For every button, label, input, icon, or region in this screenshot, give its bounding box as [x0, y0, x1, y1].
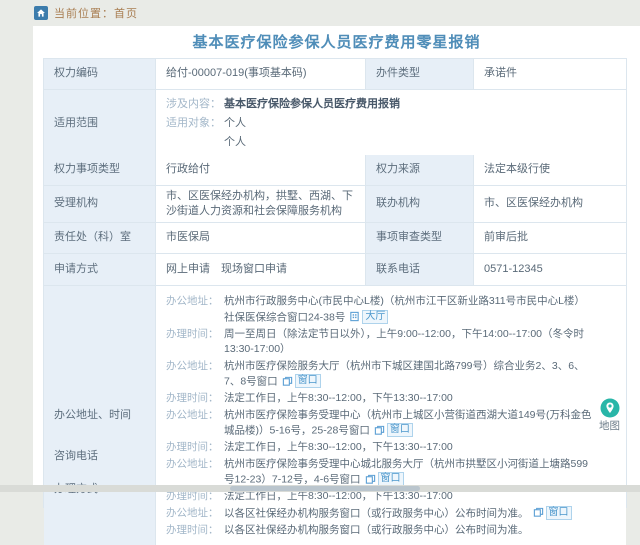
field-value-scope: 涉及内容： 基本医疗保险参保人员医疗费用报销 适用对象： 个人 个人 [156, 90, 626, 157]
breadcrumb: 当前位置：首页 [34, 5, 138, 21]
hall-link[interactable]: 大厅 [349, 310, 388, 324]
office-line: 办理时间： 法定工作日，上午8:30--12:00，下午13:30--17:00 [166, 440, 592, 456]
table-row: 办公地址、时间 办公地址： 杭州市行政服务中心(市民中心L楼)（杭州市江干区新业… [44, 286, 626, 441]
table-row: 权力编码 给付-00007-019(事项基本码) 办件类型 承诺件 [44, 59, 626, 90]
page-title: 基本医疗保险参保人员医疗费用零星报销 [33, 26, 640, 58]
field-value-contact-phone: 0571-12345 [474, 254, 626, 285]
office-time-label: 办理时间： [166, 523, 224, 539]
scope-content: 基本医疗保险参保人员医疗费用报销 [224, 96, 400, 113]
window-link[interactable]: 窗口 [282, 374, 321, 388]
office-line: 办理时间： 法定工作日，上午8:30--12:00，下午13:30--17:00 [166, 391, 592, 407]
field-value-accepting-org: 市、区医保经办机构，拱墅、西湖、下沙街道人力资源和社会保障服务机构 [156, 186, 366, 222]
office-line: 办公地址： 杭州市医疗保险事务受理中心城北服务大厅（杭州市拱墅区小河街道上塘路5… [166, 457, 592, 489]
table-row: 受理机构 市、区医保经办机构，拱墅、西湖、下沙街道人力资源和社会保障服务机构 联… [44, 186, 626, 223]
field-label-item-type: 办件类型 [366, 59, 474, 89]
table-row: 权力事项类型 行政给付 权力来源 法定本级行使 [44, 155, 626, 186]
field-label-joint-org: 联办机构 [366, 186, 474, 222]
field-label-accepting-org: 受理机构 [44, 186, 156, 222]
field-label-power-code: 权力编码 [44, 59, 156, 89]
field-value-review-type: 前审后批 [474, 223, 626, 253]
field-label-scope: 适用范围 [44, 90, 156, 157]
field-label-contact-phone: 联系电话 [366, 254, 474, 285]
office-line: 办公地址： 杭州市医疗保险事务受理中心（杭州市上城区小营街道西湖大道149号(万… [166, 408, 592, 440]
breadcrumb-link[interactable]: 当前位置：首页 [54, 5, 138, 21]
office-line: 办理时间： 周一至周日（除法定节日以外），上午9:00--12:00，下午14:… [166, 327, 592, 358]
field-label-power-type: 权力事项类型 [44, 155, 156, 185]
table-row: 责任处（科）室 市医保局 事项审查类型 前审后批 [44, 223, 626, 254]
hall-icon [349, 311, 360, 322]
scrollbar-thumb[interactable] [230, 486, 420, 491]
office-address-text: 杭州市医疗保险服务大厅（杭州市下城区建国北路799号）综合业务2、3、6、7、8… [224, 359, 592, 391]
field-value-responsible-office: 市医保局 [156, 223, 366, 253]
window-icon [533, 507, 544, 518]
office-address-label: 办公地址： [166, 359, 224, 375]
field-value-apply-method: 网上申请 现场窗口申请 [156, 254, 366, 285]
window-link[interactable]: 窗口 [365, 472, 404, 486]
window-icon [282, 376, 293, 387]
field-label-responsible-office: 责任处（科）室 [44, 223, 156, 253]
field-label-inquiry-phone: 咨询电话 [44, 441, 156, 472]
field-value-power-source: 法定本级行使 [474, 155, 626, 185]
home-icon [34, 6, 48, 20]
office-line: 办公地址： 杭州市医疗保险服务大厅（杭州市下城区建国北路799号）综合业务2、3… [166, 359, 592, 391]
map-label: 地图 [599, 419, 620, 434]
field-value-item-type: 承诺件 [474, 59, 626, 89]
office-time-text: 法定工作日，上午8:30--12:00，下午13:30--17:00 [224, 440, 592, 456]
office-line: 办公地址： 以各区社保经办机构服务窗口（或行政服务中心）公布时间为准。窗口 [166, 506, 592, 522]
office-time-text: 周一至周日（除法定节日以外），上午9:00--12:00，下午14:00--17… [224, 327, 592, 358]
field-label-apply-method: 申请方式 [44, 254, 156, 285]
horizontal-scrollbar[interactable] [0, 485, 640, 492]
map-button[interactable]: 地图 [599, 398, 620, 434]
map-pin-icon [600, 398, 620, 418]
field-value-office-address-time: 办公地址： 杭州市行政服务中心(市民中心L楼)（杭州市江干区新业路311号市民中… [156, 286, 626, 545]
window-link[interactable]: 窗口 [533, 506, 572, 520]
office-address-text: 杭州市医疗保险事务受理中心城北服务大厅（杭州市拱墅区小河街道上塘路599号12-… [224, 457, 592, 489]
scope-target-1: 个人 [224, 115, 246, 132]
detail-card: 基本医疗保险参保人员医疗费用零星报销 权力编码 给付-00007-019(事项基… [33, 26, 640, 486]
office-address-label: 办公地址： [166, 408, 224, 424]
scope-target-label: 适用对象： [166, 115, 224, 132]
window-link[interactable]: 窗口 [374, 423, 413, 437]
office-address-text: 杭州市行政服务中心(市民中心L楼)（杭州市江干区新业路311号市民中心L楼）社保… [224, 294, 592, 326]
field-value-power-type: 行政给付 [156, 155, 366, 185]
office-address-label: 办公地址： [166, 506, 224, 522]
office-address-text: 以各区社保经办机构服务窗口（或行政服务中心）公布时间为准。窗口 [224, 506, 592, 522]
scope-content-label: 涉及内容： [166, 96, 224, 113]
field-label-power-source: 权力来源 [366, 155, 474, 185]
office-time-text: 法定工作日，上午8:30--12:00，下午13:30--17:00 [224, 391, 592, 407]
table-row: 适用范围 涉及内容： 基本医疗保险参保人员医疗费用报销 适用对象： 个人 个人 [44, 90, 626, 155]
field-value-power-code: 给付-00007-019(事项基本码) [156, 59, 366, 89]
office-time-text: 以各区社保经办机构服务窗口（或行政服务中心）公布时间为准。 [224, 523, 592, 539]
window-icon [374, 425, 385, 436]
detail-table: 权力编码 给付-00007-019(事项基本码) 办件类型 承诺件 适用范围 涉… [43, 58, 627, 508]
scope-target-2: 个人 [224, 134, 246, 151]
office-address-text: 杭州市医疗保险事务受理中心（杭州市上城区小营街道西湖大道149号(万科金色城品楼… [224, 408, 592, 440]
table-row: 申请方式 网上申请 现场窗口申请 联系电话 0571-12345 [44, 254, 626, 286]
office-time-label: 办理时间： [166, 391, 224, 407]
window-icon [365, 474, 376, 485]
office-line: 办公地址： 杭州市行政服务中心(市民中心L楼)（杭州市江干区新业路311号市民中… [166, 294, 592, 326]
office-address-label: 办公地址： [166, 294, 224, 310]
field-label-review-type: 事项审查类型 [366, 223, 474, 253]
office-time-label: 办理时间： [166, 327, 224, 343]
office-address-label: 办公地址： [166, 457, 224, 473]
office-time-label: 办理时间： [166, 440, 224, 456]
office-line: 办理时间： 以各区社保经办机构服务窗口（或行政服务中心）公布时间为准。 [166, 523, 592, 539]
field-value-joint-org: 市、区医保经办机构 [474, 186, 626, 222]
